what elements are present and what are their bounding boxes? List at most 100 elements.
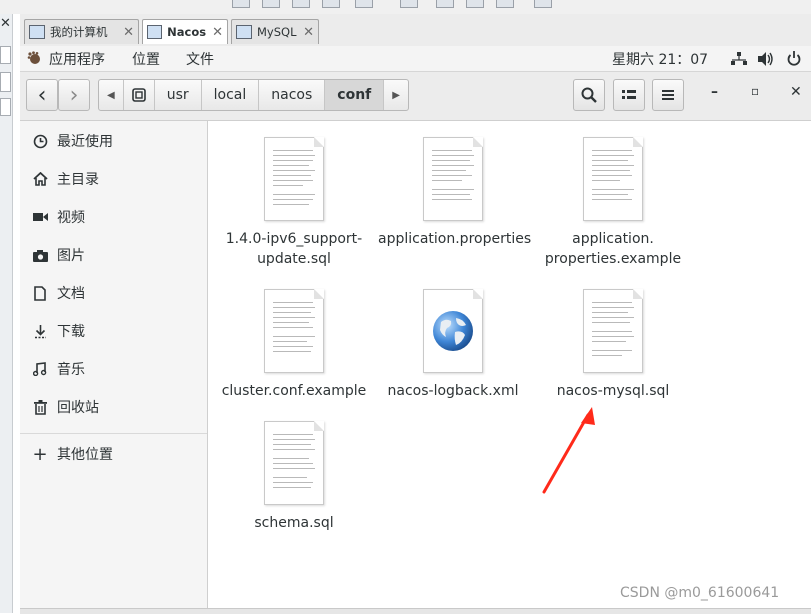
triangle-right-icon: ▶ xyxy=(392,89,400,101)
host-toolbar-icon[interactable] xyxy=(466,0,484,8)
path-root-button[interactable] xyxy=(124,80,155,110)
host-toolbar-icon[interactable] xyxy=(436,0,454,8)
sidebar-item-recent[interactable]: 最近使用 xyxy=(20,126,207,156)
network-icon[interactable] xyxy=(731,52,747,66)
sidebar-item-home[interactable]: 主目录 xyxy=(20,164,207,194)
file-item[interactable]: cluster.conf.example xyxy=(219,289,369,401)
host-toolbar-icon[interactable] xyxy=(232,0,250,8)
host-toolbar-icon[interactable] xyxy=(534,0,552,8)
sidebar-item-downloads[interactable]: 下载 xyxy=(20,316,207,346)
clock[interactable]: 星期六 21：07 xyxy=(612,49,708,69)
music-icon xyxy=(32,361,48,377)
path-scroll-right-button[interactable]: ▶ xyxy=(384,80,408,110)
computer-icon xyxy=(29,25,45,39)
host-panel-control[interactable] xyxy=(0,46,11,64)
file-name-line: application. xyxy=(572,231,654,247)
tab-label: Nacos xyxy=(167,25,207,39)
maximize-button[interactable]: ▫ xyxy=(751,84,759,98)
camera-icon xyxy=(32,247,48,263)
sidebar-item-documents[interactable]: 文档 xyxy=(20,278,207,308)
host-toolbar-icon[interactable] xyxy=(355,0,373,8)
host-toolbar-icon[interactable] xyxy=(262,0,280,8)
download-icon xyxy=(32,323,48,339)
host-toolbar-strip xyxy=(0,0,811,14)
power-icon[interactable] xyxy=(787,51,801,66)
file-name: cluster.conf.example xyxy=(219,381,369,401)
gnome-foot-icon xyxy=(27,51,40,64)
path-segment-nacos[interactable]: nacos xyxy=(259,80,326,110)
sidebar-item-label: 图片 xyxy=(57,248,85,264)
text-file-icon xyxy=(583,289,643,373)
file-item[interactable]: nacos-mysql.sql xyxy=(538,289,688,401)
text-file-icon xyxy=(264,421,324,505)
file-name: application. properties.example xyxy=(538,229,688,269)
tab-my-computer[interactable]: 我的计算机 ✕ xyxy=(24,19,139,44)
back-button[interactable]: ‹ xyxy=(26,79,58,111)
tab-mysql[interactable]: MySQL ✕ xyxy=(231,19,319,44)
places-sidebar: 最近使用 主目录 视频 图片 文档 下载 音乐 回收站 + 其他位置 xyxy=(20,121,208,608)
sidebar-item-other-locations[interactable]: + 其他位置 xyxy=(20,439,207,469)
host-close-icon[interactable]: ✕ xyxy=(0,16,11,31)
sidebar-item-music[interactable]: 音乐 xyxy=(20,354,207,384)
path-scroll-left-button[interactable]: ◀ xyxy=(99,80,124,110)
sidebar-item-pictures[interactable]: 图片 xyxy=(20,240,207,270)
host-panel-control[interactable] xyxy=(0,98,11,116)
file-name-line: schema.sql xyxy=(254,515,334,531)
file-item[interactable]: nacos-logback.xml xyxy=(378,289,528,401)
text-file-icon xyxy=(264,289,324,373)
sidebar-item-trash[interactable]: 回收站 xyxy=(20,392,207,422)
places-menu[interactable]: 位置 xyxy=(132,49,160,69)
file-name: nacos-logback.xml xyxy=(378,381,528,401)
file-manager-toolbar: ‹ › ◀ usr local nacos conf ▶ – ▫ ✕ xyxy=(20,72,811,121)
search-button[interactable] xyxy=(573,79,605,111)
hamburger-icon xyxy=(662,90,674,100)
sidebar-divider xyxy=(20,433,207,434)
forward-button[interactable]: › xyxy=(58,79,90,111)
xml-globe-icon xyxy=(423,289,483,373)
file-item[interactable]: 1.4.0-ipv6_support- update.sql xyxy=(219,137,369,269)
file-name-line: cluster.conf.example xyxy=(221,383,367,399)
file-name: application.properties xyxy=(378,229,531,249)
tab-close-icon[interactable]: ✕ xyxy=(303,25,314,40)
path-segment-conf[interactable]: conf xyxy=(325,80,385,110)
watermark: CSDN @m0_61600641 xyxy=(620,585,780,601)
path-bar: ◀ usr local nacos conf ▶ xyxy=(98,79,409,111)
tab-close-icon[interactable]: ✕ xyxy=(123,25,134,40)
file-name-line: properties.example xyxy=(544,251,682,267)
sidebar-item-label: 最近使用 xyxy=(57,134,113,150)
view-toggle-button[interactable] xyxy=(613,79,645,111)
path-segment-usr[interactable]: usr xyxy=(155,80,202,110)
path-segment-local[interactable]: local xyxy=(202,80,260,110)
file-name: 1.4.0-ipv6_support- update.sql xyxy=(219,229,369,269)
sidebar-item-label: 音乐 xyxy=(57,362,85,378)
file-item[interactable]: schema.sql xyxy=(219,421,369,533)
host-toolbar-icon[interactable] xyxy=(292,0,310,8)
vm-icon xyxy=(147,25,163,39)
sidebar-item-label: 主目录 xyxy=(57,172,99,188)
files-app-menu[interactable]: 文件 xyxy=(186,49,214,69)
file-item[interactable]: application. properties.example xyxy=(538,137,688,269)
document-icon xyxy=(32,285,48,301)
tab-label: MySQL xyxy=(257,25,297,39)
tab-close-icon[interactable]: ✕ xyxy=(212,25,223,40)
text-file-icon xyxy=(423,137,483,221)
text-file-icon xyxy=(264,137,324,221)
close-button[interactable]: ✕ xyxy=(790,84,802,100)
drive-icon xyxy=(131,88,146,102)
host-toolbar-icon[interactable] xyxy=(322,0,340,8)
vm-icon xyxy=(236,25,252,39)
trash-icon xyxy=(32,399,48,415)
sidebar-item-videos[interactable]: 视频 xyxy=(20,202,207,232)
host-panel-control[interactable] xyxy=(0,72,11,92)
host-toolbar-icon[interactable] xyxy=(496,0,514,8)
applications-menu[interactable]: 应用程序 xyxy=(49,49,105,69)
file-grid: 1.4.0-ipv6_support- update.sql applicati… xyxy=(208,121,811,608)
minimize-button[interactable]: – xyxy=(711,84,718,100)
volume-icon[interactable] xyxy=(758,52,774,66)
tab-label: 我的计算机 xyxy=(50,25,108,39)
tab-nacos[interactable]: Nacos ✕ xyxy=(142,19,228,44)
file-item[interactable]: application.properties xyxy=(378,137,531,249)
menu-button[interactable] xyxy=(652,79,684,111)
sidebar-item-label: 视频 xyxy=(57,210,85,226)
host-toolbar-icon[interactable] xyxy=(400,0,418,8)
